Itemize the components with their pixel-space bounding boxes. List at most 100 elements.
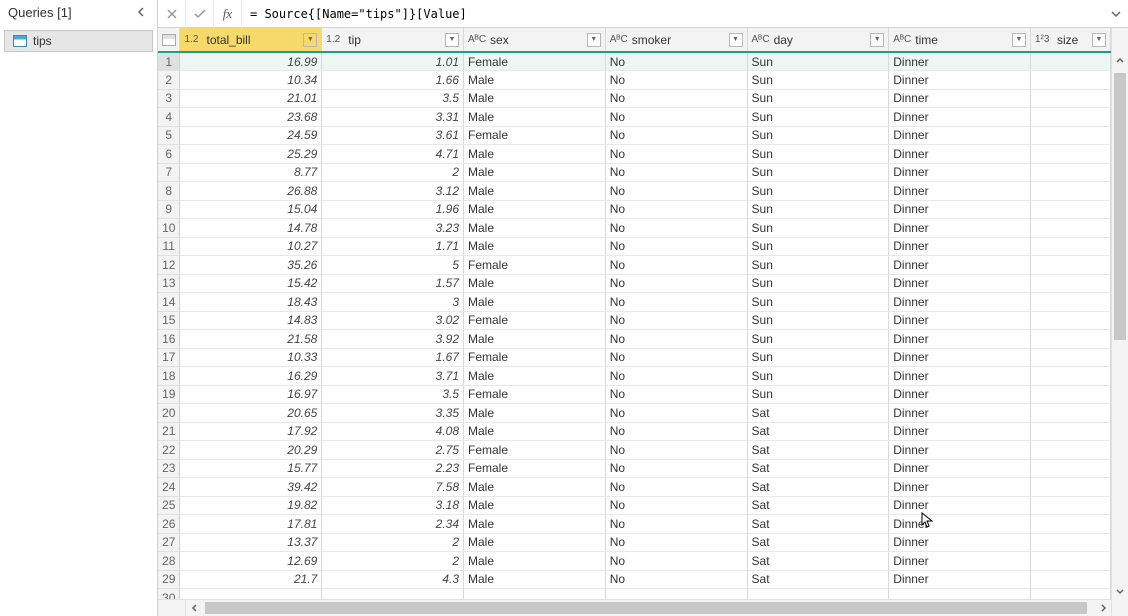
cell-total_bill[interactable]: 19.82	[180, 496, 322, 515]
cell-tip[interactable]: 3.5	[322, 89, 464, 108]
cell-sex[interactable]: Male	[464, 552, 606, 571]
cell-smoker[interactable]: No	[605, 219, 747, 238]
column-header-total_bill[interactable]: 1.2total_bill▼	[180, 28, 322, 52]
row-number[interactable]: 3	[158, 89, 180, 108]
table-row[interactable]: 2117.924.08MaleNoSatDinner	[158, 422, 1111, 441]
cell-time[interactable]: Dinner	[889, 293, 1031, 312]
cell-day[interactable]: Sun	[747, 145, 889, 164]
cell-time[interactable]: Dinner	[889, 533, 1031, 552]
cell-time[interactable]: Dinner	[889, 52, 1031, 71]
cell-size[interactable]	[1030, 52, 1110, 71]
cell-size[interactable]	[1030, 182, 1110, 201]
cell-tip[interactable]: 3.23	[322, 219, 464, 238]
cell-total_bill[interactable]	[180, 589, 322, 600]
table-row[interactable]: 321.013.5MaleNoSunDinner	[158, 89, 1111, 108]
cell-time[interactable]: Dinner	[889, 256, 1031, 275]
cell-day[interactable]: Sun	[747, 348, 889, 367]
cell-size[interactable]	[1030, 404, 1110, 423]
cell-total_bill[interactable]: 16.99	[180, 52, 322, 71]
cell-tip[interactable]: 3.61	[322, 126, 464, 145]
cell-sex[interactable]: Male	[464, 478, 606, 497]
cell-smoker[interactable]: No	[605, 459, 747, 478]
cell-sex[interactable]	[464, 589, 606, 600]
row-number[interactable]: 18	[158, 367, 180, 386]
cell-size[interactable]	[1030, 237, 1110, 256]
cell-day[interactable]: Sun	[747, 367, 889, 386]
cell-day[interactable]: Sun	[747, 219, 889, 238]
cell-time[interactable]: Dinner	[889, 182, 1031, 201]
cell-tip[interactable]: 1.57	[322, 274, 464, 293]
cell-time[interactable]: Dinner	[889, 515, 1031, 534]
filter-dropdown-icon[interactable]: ▼	[587, 33, 601, 47]
row-number[interactable]: 17	[158, 348, 180, 367]
cell-size[interactable]	[1030, 459, 1110, 478]
row-number[interactable]: 14	[158, 293, 180, 312]
cell-sex[interactable]: Male	[464, 330, 606, 349]
formula-input[interactable]	[242, 0, 1104, 27]
cell-tip[interactable]: 3	[322, 293, 464, 312]
cell-time[interactable]: Dinner	[889, 459, 1031, 478]
row-number[interactable]: 11	[158, 237, 180, 256]
cell-smoker[interactable]: No	[605, 182, 747, 201]
cell-total_bill[interactable]: 21.7	[180, 570, 322, 589]
cell-total_bill[interactable]: 10.34	[180, 71, 322, 90]
type-icon[interactable]: 1.2	[184, 34, 202, 45]
cell-size[interactable]	[1030, 570, 1110, 589]
cell-time[interactable]: Dinner	[889, 163, 1031, 182]
cell-day[interactable]: Sun	[747, 126, 889, 145]
cell-time[interactable]: Dinner	[889, 219, 1031, 238]
cell-sex[interactable]: Male	[464, 237, 606, 256]
table-row[interactable]: 625.294.71MaleNoSunDinner	[158, 145, 1111, 164]
row-number[interactable]: 20	[158, 404, 180, 423]
cell-total_bill[interactable]: 16.29	[180, 367, 322, 386]
cell-tip[interactable]: 3.92	[322, 330, 464, 349]
table-row[interactable]: 1235.265FemaleNoSunDinner	[158, 256, 1111, 275]
column-header-time[interactable]: AᴮCtime▼	[889, 28, 1031, 52]
cell-day[interactable]: Sun	[747, 200, 889, 219]
table-row[interactable]: 2315.772.23FemaleNoSatDinner	[158, 459, 1111, 478]
row-number[interactable]: 6	[158, 145, 180, 164]
cell-smoker[interactable]: No	[605, 478, 747, 497]
cell-sex[interactable]: Male	[464, 570, 606, 589]
cell-smoker[interactable]: No	[605, 52, 747, 71]
row-number[interactable]: 12	[158, 256, 180, 275]
cell-smoker[interactable]: No	[605, 422, 747, 441]
cell-smoker[interactable]: No	[605, 330, 747, 349]
filter-dropdown-icon[interactable]: ▼	[1012, 33, 1026, 47]
filter-dropdown-icon[interactable]: ▼	[729, 33, 743, 47]
cell-tip[interactable]: 2	[322, 552, 464, 571]
cell-smoker[interactable]: No	[605, 311, 747, 330]
cell-size[interactable]	[1030, 589, 1110, 600]
table-row[interactable]: 1014.783.23MaleNoSunDinner	[158, 219, 1111, 238]
cell-smoker[interactable]: No	[605, 145, 747, 164]
cell-day[interactable]: Sat	[747, 496, 889, 515]
filter-dropdown-icon[interactable]: ▼	[445, 33, 459, 47]
scroll-down-button[interactable]	[1112, 582, 1128, 599]
cell-time[interactable]: Dinner	[889, 330, 1031, 349]
cell-day[interactable]: Sun	[747, 52, 889, 71]
cell-day[interactable]: Sun	[747, 311, 889, 330]
cell-day[interactable]: Sun	[747, 293, 889, 312]
cell-time[interactable]: Dinner	[889, 348, 1031, 367]
cell-total_bill[interactable]: 26.88	[180, 182, 322, 201]
cell-smoker[interactable]: No	[605, 441, 747, 460]
expand-formula-button[interactable]	[1104, 0, 1128, 28]
row-number[interactable]: 4	[158, 108, 180, 127]
cell-sex[interactable]: Female	[464, 52, 606, 71]
table-row[interactable]: 2812.692MaleNoSatDinner	[158, 552, 1111, 571]
cell-size[interactable]	[1030, 200, 1110, 219]
cell-day[interactable]: Sun	[747, 274, 889, 293]
cell-smoker[interactable]: No	[605, 71, 747, 90]
cell-total_bill[interactable]: 35.26	[180, 256, 322, 275]
cell-smoker[interactable]: No	[605, 533, 747, 552]
cell-day[interactable]: Sat	[747, 478, 889, 497]
cell-smoker[interactable]: No	[605, 237, 747, 256]
cell-total_bill[interactable]: 13.37	[180, 533, 322, 552]
cell-smoker[interactable]: No	[605, 200, 747, 219]
table-row[interactable]: 1315.421.57MaleNoSunDinner	[158, 274, 1111, 293]
cell-size[interactable]	[1030, 533, 1110, 552]
cell-sex[interactable]: Male	[464, 182, 606, 201]
row-number[interactable]: 29	[158, 570, 180, 589]
cell-tip[interactable]: 3.18	[322, 496, 464, 515]
cell-sex[interactable]: Male	[464, 274, 606, 293]
